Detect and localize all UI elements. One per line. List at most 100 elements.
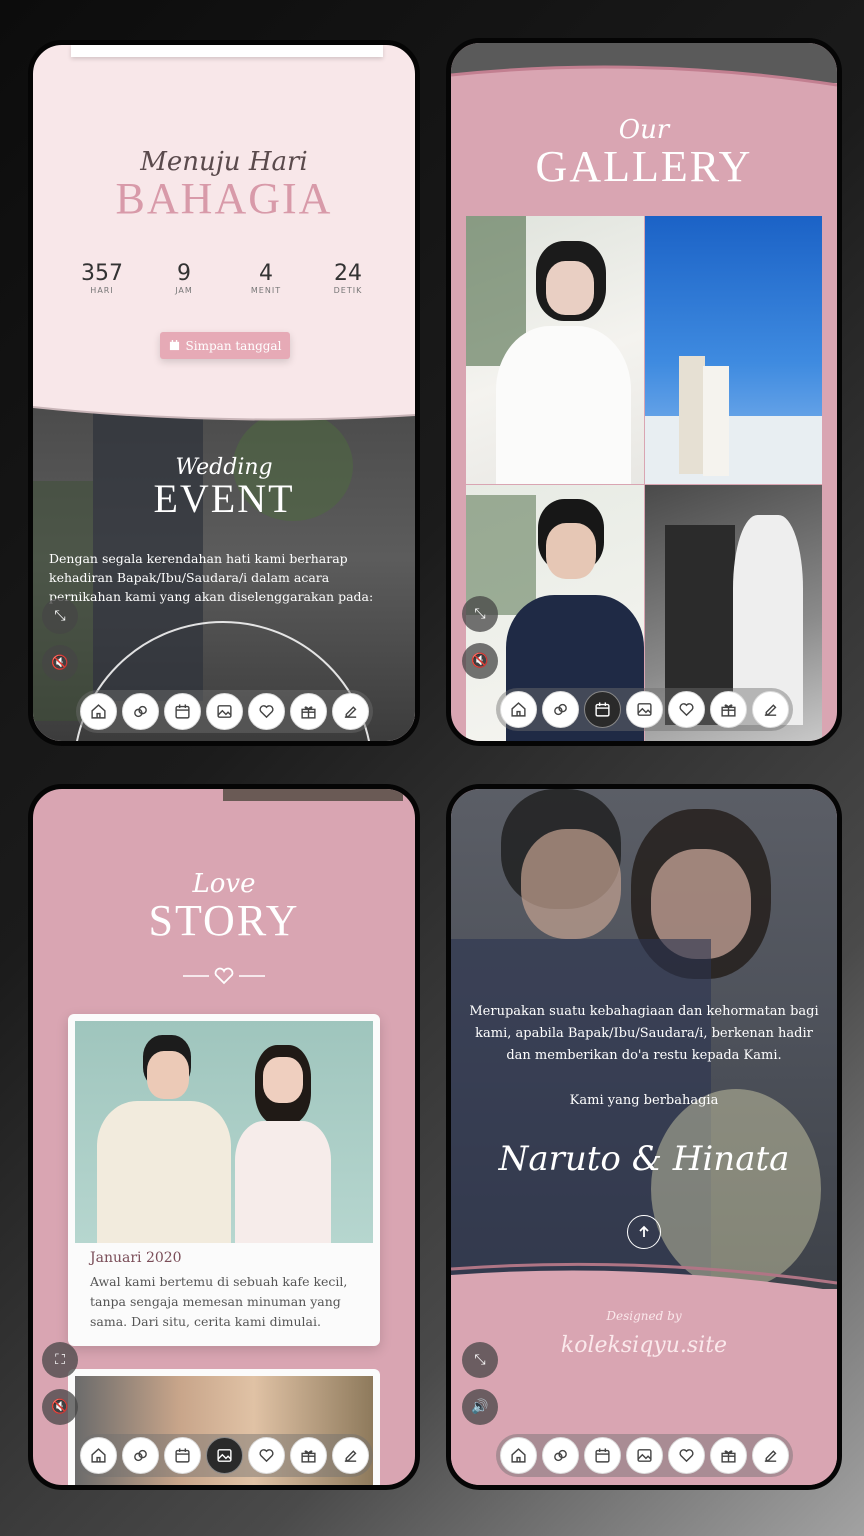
bottom-nav bbox=[451, 1434, 837, 1477]
save-date-button[interactable]: Simpan tanggal bbox=[160, 332, 290, 359]
nav-calendar-button[interactable] bbox=[583, 691, 621, 728]
heart-icon bbox=[258, 1449, 274, 1463]
gift-icon bbox=[300, 1450, 316, 1463]
gift-icon bbox=[720, 1450, 736, 1463]
page-title: STORY bbox=[148, 896, 300, 945]
page-title: GALLERY bbox=[535, 142, 753, 191]
gallery-icon bbox=[216, 1449, 232, 1462]
groom-face bbox=[546, 523, 596, 579]
event-title: EVENT bbox=[153, 476, 295, 521]
nav-edit-button[interactable] bbox=[331, 693, 369, 730]
nav-rings-button[interactable] bbox=[541, 691, 579, 728]
muted-speaker-icon: 🔇 bbox=[471, 653, 489, 669]
designed-by-label: Designed by bbox=[606, 1309, 682, 1323]
bride-figure bbox=[703, 366, 729, 476]
nav-edit-button[interactable] bbox=[751, 1437, 789, 1474]
countdown-value: 4 bbox=[259, 261, 273, 286]
bottom-nav bbox=[33, 690, 415, 733]
calendar-icon bbox=[594, 1448, 610, 1463]
countdown-label: DETIK bbox=[333, 286, 363, 295]
countdown: 357 HARI 9 JAM 4 MENIT 24 DETIK bbox=[67, 261, 383, 295]
couple-names: Naruto & Hinata bbox=[498, 1139, 790, 1179]
nav-gallery-button[interactable] bbox=[625, 1437, 663, 1474]
scroll-top-button[interactable] bbox=[627, 1215, 661, 1249]
wave-divider bbox=[33, 397, 415, 421]
story-card: Januari 2020 Awal kami bertemu di sebuah… bbox=[68, 1014, 380, 1346]
countdown-seconds: 24 DETIK bbox=[313, 261, 383, 295]
edit-icon bbox=[344, 706, 356, 718]
countdown-hours: 9 JAM bbox=[149, 261, 219, 295]
nav-edit-button[interactable] bbox=[331, 1437, 369, 1474]
nav-heart-button[interactable] bbox=[667, 691, 705, 728]
story-photo bbox=[75, 1021, 373, 1243]
nav-gift-button[interactable] bbox=[289, 693, 327, 730]
nav-edit-button[interactable] bbox=[751, 691, 789, 728]
expand-icon: ⛶ bbox=[55, 1352, 65, 1368]
muted-speaker-icon: 🔇 bbox=[51, 655, 69, 671]
compress-icon: ⤡ bbox=[474, 606, 486, 622]
page-title: BAHAGIA bbox=[115, 174, 333, 223]
bottom-nav bbox=[451, 688, 837, 731]
nav-home-button[interactable] bbox=[79, 1437, 117, 1474]
countdown-days: 357 HARI bbox=[67, 261, 137, 295]
countdown-label: HARI bbox=[90, 286, 114, 295]
exit-fullscreen-button[interactable]: ⤡ bbox=[462, 596, 498, 632]
bride-dress bbox=[496, 326, 631, 484]
gallery-icon bbox=[636, 703, 652, 716]
nav-gallery-button[interactable] bbox=[205, 1437, 243, 1474]
mute-button[interactable]: 🔇 bbox=[462, 643, 498, 679]
story-date: Januari 2020 bbox=[90, 1250, 182, 1266]
heart-icon bbox=[678, 1449, 694, 1463]
nav-gallery-button[interactable] bbox=[625, 691, 663, 728]
nav-home-button[interactable] bbox=[499, 1437, 537, 1474]
rings-icon bbox=[133, 1449, 147, 1462]
nav-heart-button[interactable] bbox=[247, 1437, 285, 1474]
top-sheet bbox=[71, 45, 383, 57]
nav-gift-button[interactable] bbox=[709, 691, 747, 728]
nav-home-button[interactable] bbox=[79, 693, 117, 730]
countdown-label: JAM bbox=[175, 286, 193, 295]
compress-icon: ⤡ bbox=[474, 1352, 486, 1368]
calendar-icon bbox=[174, 704, 190, 719]
groom-face bbox=[521, 829, 621, 939]
nav-heart-button[interactable] bbox=[247, 693, 285, 730]
nav-calendar-button[interactable] bbox=[163, 693, 201, 730]
bride-face bbox=[263, 1057, 303, 1103]
gallery-photo-1[interactable] bbox=[466, 216, 644, 484]
nav-rings-button[interactable] bbox=[121, 1437, 159, 1474]
nav-gallery-button[interactable] bbox=[205, 693, 243, 730]
groom-figure bbox=[679, 356, 705, 474]
gallery-panel: Our GALLERY ⤡ 🔇 bbox=[446, 38, 842, 746]
nav-calendar-button[interactable] bbox=[163, 1437, 201, 1474]
nav-gift-button[interactable] bbox=[289, 1437, 327, 1474]
sound-button[interactable]: 🔊 bbox=[462, 1389, 498, 1425]
closing-panel: Merupakan suatu kebahagiaan dan kehormat… bbox=[446, 784, 842, 1490]
fullscreen-button[interactable]: ⛶ bbox=[42, 1342, 78, 1378]
muted-speaker-icon: 🔇 bbox=[51, 1399, 69, 1415]
nav-calendar-button[interactable] bbox=[583, 1437, 621, 1474]
compress-icon: ⤡ bbox=[54, 608, 66, 624]
gift-icon bbox=[720, 704, 736, 717]
exit-fullscreen-button[interactable]: ⤡ bbox=[42, 598, 78, 634]
nav-rings-button[interactable] bbox=[541, 1437, 579, 1474]
mute-button[interactable]: 🔇 bbox=[42, 645, 78, 681]
countdown-value: 24 bbox=[334, 261, 362, 286]
nav-gift-button[interactable] bbox=[709, 1437, 747, 1474]
nav-heart-button[interactable] bbox=[667, 1437, 705, 1474]
countdown-label: MENIT bbox=[250, 286, 282, 295]
heart-icon bbox=[258, 705, 274, 719]
wave-divider bbox=[451, 65, 837, 101]
speaker-icon: 🔊 bbox=[471, 1399, 489, 1415]
gallery-photo-2[interactable] bbox=[645, 216, 822, 484]
home-icon bbox=[510, 1448, 526, 1463]
exit-fullscreen-button[interactable]: ⤡ bbox=[462, 1342, 498, 1378]
edit-icon bbox=[344, 1450, 356, 1462]
home-icon bbox=[90, 1448, 106, 1463]
nav-rings-button[interactable] bbox=[121, 693, 159, 730]
closing-message: Merupakan suatu kebahagiaan dan kehormat… bbox=[469, 1004, 819, 1063]
designer-site[interactable]: koleksiqyu.site bbox=[451, 1333, 837, 1358]
save-date-label: Simpan tanggal bbox=[185, 338, 282, 353]
nav-home-button[interactable] bbox=[499, 691, 537, 728]
bottom-nav bbox=[33, 1434, 415, 1477]
mute-button[interactable]: 🔇 bbox=[42, 1389, 78, 1425]
